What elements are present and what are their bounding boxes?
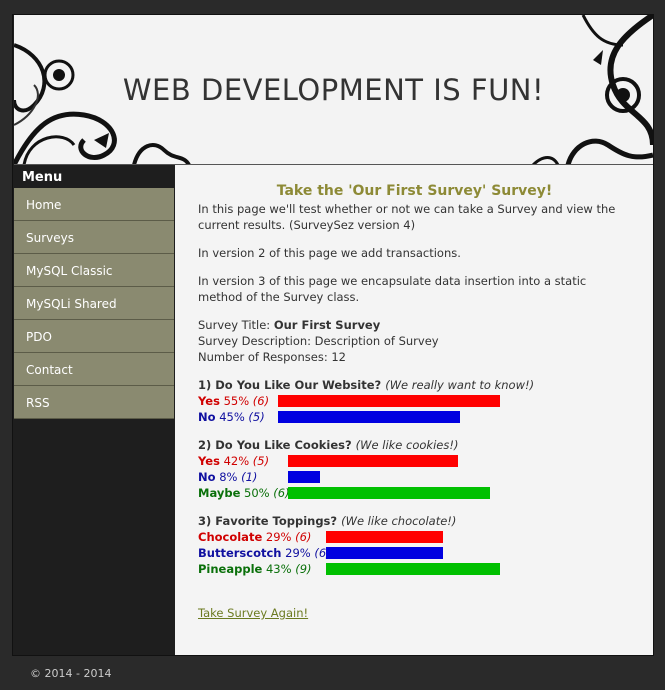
intro-paragraph: In this page we'll test whether or not w… [198,202,616,232]
answer-label: Chocolate [198,530,263,544]
site-title: WEB DEVELOPMENT IS FUN! [122,73,545,107]
survey-title: Our First Survey [273,318,381,332]
main-content: Take the 'Our First Survey' Survey! In t… [175,165,653,655]
answer-label: No [198,410,216,424]
menu-item-surveys[interactable]: Surveys [14,221,174,254]
answer-count: (5) [248,410,265,424]
answer-bar [278,411,460,423]
survey-title-label: Survey Title: [198,318,274,332]
answer-row: Yes 55% (6) [198,393,631,409]
answer-count: (1) [241,470,258,484]
answer-count: (9) [295,562,312,576]
answer-percent: 42% [223,454,250,468]
answer-bar [326,547,443,559]
version3-paragraph: In version 3 of this page we encapsulate… [198,274,587,304]
question-note: (We like chocolate!) [341,514,457,528]
take-survey-again-link[interactable]: Take Survey Again! [198,605,308,621]
menu-item-pdo[interactable]: PDO [14,320,174,353]
answer-row: Chocolate 29% (6) [198,529,631,545]
answer-label: Yes [198,394,220,408]
answer-label: Maybe [198,486,241,500]
menu-item-home[interactable]: Home [14,188,174,221]
menu-heading: Menu [14,166,174,188]
answer-label: No [198,470,216,484]
menu-item-mysqli-shared[interactable]: MySQLi Shared [14,287,174,320]
question-text: 2) Do You Like Cookies? [198,438,352,452]
answer-bar [326,531,443,543]
answer-bar [288,455,458,467]
answer-row: Yes 42% (5) [198,453,631,469]
menu-item-rss[interactable]: RSS [14,386,174,419]
answer-percent: 55% [223,394,250,408]
answer-row: Maybe 50% (6) [198,485,631,501]
answer-percent: 29% [285,546,311,560]
site-header: WEB DEVELOPMENT IS FUN! [14,15,653,165]
answer-count: (6) [252,394,270,408]
sidebar-menu: Home Surveys MySQL Classic MySQLi Shared… [14,188,174,419]
footer-copyright: © 2014 - 2014 [30,667,112,680]
answer-count: (5) [252,454,270,468]
answer-row: Butterscotch 29% (6) [198,545,631,561]
answer-percent: 29% [265,530,292,544]
answer-percent: 43% [265,562,292,576]
answer-count: (6) [295,530,312,544]
answer-label: Pineapple [198,562,263,576]
page-title: Take the 'Our First Survey' Survey! [276,183,553,199]
answer-bar [326,563,500,575]
answer-label: Butterscotch [198,546,282,560]
question-title: 3) Favorite Toppings? (We like chocolate… [198,513,631,529]
answer-row: No 45% (5) [198,409,631,425]
question-text: 3) Favorite Toppings? [198,514,338,528]
version2-paragraph: In version 2 of this page we add transac… [198,246,461,260]
answer-percent: 45% [219,410,245,424]
response-count: Number of Responses: 12 [198,350,346,364]
survey-description: Survey Description: Description of Surve… [198,334,439,348]
answer-label: Yes [198,454,220,468]
survey-info: Survey Title: Our First Survey Survey De… [198,317,631,365]
menu-item-mysql-classic[interactable]: MySQL Classic [14,254,174,287]
answer-bar [288,487,490,499]
menu-item-contact[interactable]: Contact [14,353,174,386]
survey-results: 1) Do You Like Our Website? (We really w… [198,377,631,577]
question-title: 1) Do You Like Our Website? (We really w… [198,377,631,393]
answer-percent: 50% [244,486,270,500]
answer-bar [288,471,320,483]
answer-bar [278,395,500,407]
answer-row: No 8% (1) [198,469,631,485]
answer-row: Pineapple 43% (9) [198,561,631,577]
question-note: (We like cookies!) [355,438,459,452]
answer-percent: 8% [219,470,238,484]
question-text: 1) Do You Like Our Website? [198,378,382,392]
question-note: (We really want to know!) [385,378,535,392]
question-title: 2) Do You Like Cookies? (We like cookies… [198,437,631,453]
